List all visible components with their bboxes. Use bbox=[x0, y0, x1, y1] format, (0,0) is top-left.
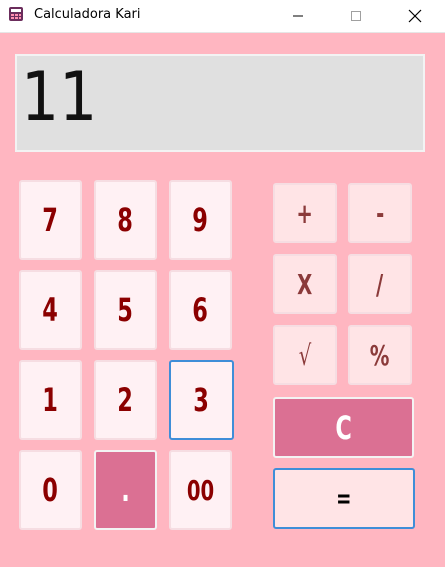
key-0-label: 0 bbox=[42, 471, 59, 509]
maximize-button[interactable] bbox=[333, 0, 379, 32]
key-5[interactable]: 5 bbox=[94, 270, 157, 350]
key-1-label: 1 bbox=[42, 381, 59, 419]
sqrt-button[interactable]: √ bbox=[273, 325, 337, 385]
multiply-label: X bbox=[297, 267, 313, 301]
key-9[interactable]: 9 bbox=[169, 180, 232, 260]
key-4[interactable]: 4 bbox=[19, 270, 82, 350]
divide-label: / bbox=[376, 267, 384, 301]
equals-label: = bbox=[336, 483, 352, 514]
plus-label: + bbox=[296, 196, 314, 230]
minus-label: - bbox=[375, 196, 385, 230]
equals-button[interactable]: = bbox=[273, 468, 415, 529]
sqrt-label: √ bbox=[298, 338, 312, 372]
minimize-icon bbox=[293, 15, 303, 17]
key-4-label: 4 bbox=[42, 291, 59, 329]
key-6-label: 6 bbox=[192, 291, 209, 329]
key-1[interactable]: 1 bbox=[19, 360, 82, 440]
minus-button[interactable]: - bbox=[348, 183, 412, 243]
key-0[interactable]: 0 bbox=[19, 450, 82, 530]
key-5-label: 5 bbox=[117, 291, 134, 329]
key-00[interactable]: 00 bbox=[169, 450, 232, 530]
close-icon bbox=[408, 9, 422, 23]
percent-label: % bbox=[370, 338, 390, 372]
key-9-label: 9 bbox=[192, 201, 209, 239]
key-2-label: 2 bbox=[117, 381, 134, 419]
key-3-label: 3 bbox=[193, 381, 210, 419]
key-8-label: 8 bbox=[117, 201, 134, 239]
plus-button[interactable]: + bbox=[273, 183, 337, 243]
key-6[interactable]: 6 bbox=[169, 270, 232, 350]
key-00-label: 00 bbox=[186, 473, 215, 507]
clear-label: C bbox=[335, 408, 352, 447]
display-value: 11 bbox=[21, 58, 98, 137]
key-7-label: 7 bbox=[42, 201, 59, 239]
key-7[interactable]: 7 bbox=[19, 180, 82, 260]
key-decimal[interactable]: . bbox=[94, 450, 157, 530]
divide-button[interactable]: / bbox=[348, 254, 412, 314]
key-8[interactable]: 8 bbox=[94, 180, 157, 260]
title-bar[interactable]: Calculadora Kari bbox=[0, 0, 445, 33]
percent-button[interactable]: % bbox=[348, 325, 412, 385]
window-title: Calculadora Kari bbox=[34, 7, 141, 22]
clear-button[interactable]: C bbox=[273, 397, 414, 458]
multiply-button[interactable]: X bbox=[273, 254, 337, 314]
result-display: 11 bbox=[15, 54, 425, 152]
maximize-icon bbox=[351, 11, 361, 21]
minimize-button[interactable] bbox=[275, 0, 321, 32]
key-decimal-label: . bbox=[121, 471, 130, 509]
close-button[interactable] bbox=[392, 0, 438, 32]
calculator-app-icon bbox=[9, 7, 23, 21]
key-2[interactable]: 2 bbox=[94, 360, 157, 440]
key-3[interactable]: 3 bbox=[169, 360, 234, 440]
